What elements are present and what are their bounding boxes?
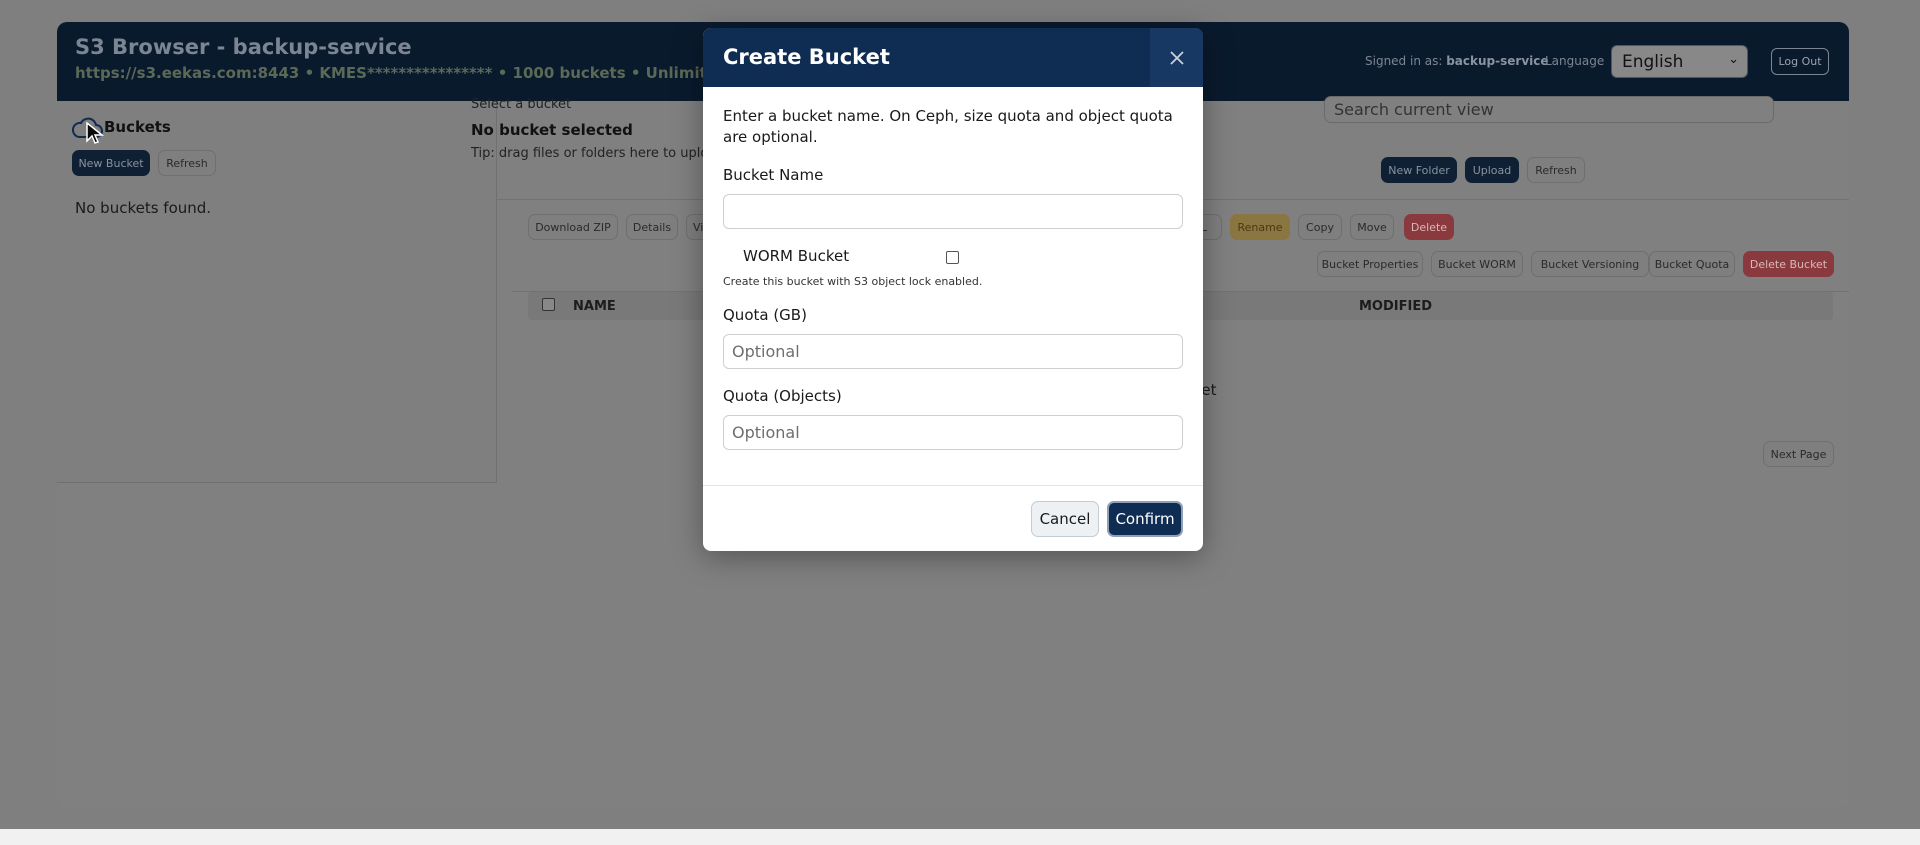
app-title: S3 Browser - backup-service [75,35,412,59]
bucket-name-input[interactable] [723,194,1183,229]
rename-button[interactable]: Rename [1230,214,1290,240]
dialog-header: Create Bucket [703,28,1203,87]
buckets-sidebar: Buckets New Bucket Refresh No buckets fo… [57,101,497,483]
bucket-versioning-button[interactable]: Bucket Versioning [1531,251,1649,277]
column-name[interactable]: NAME [573,299,616,314]
move-button[interactable]: Move [1350,214,1394,240]
delete-button[interactable]: Delete [1404,214,1454,240]
quota-objects-label: Quota (Objects) [723,387,842,405]
cancel-button[interactable]: Cancel [1031,501,1099,537]
next-page-button[interactable]: Next Page [1763,441,1834,467]
mouse-pointer-icon [86,122,104,144]
connection-info: https://s3.eekas.com:8443 • KMES********… [75,64,757,82]
close-icon [1169,50,1184,65]
dialog-description: Enter a bucket name. On Ceph, size quota… [723,107,1173,146]
delete-bucket-button[interactable]: Delete Bucket [1743,251,1834,277]
no-buckets-text: No buckets found. [75,199,212,217]
page-bottom-strip [0,829,1920,845]
close-button[interactable] [1150,28,1203,87]
copy-button[interactable]: Copy [1298,214,1342,240]
upload-button[interactable]: Upload [1465,157,1519,183]
selected-bucket-name: No bucket selected [471,121,633,139]
sidebar-title: Buckets [104,118,171,136]
dialog-title: Create Bucket [723,45,890,69]
new-bucket-button[interactable]: New Bucket [72,150,150,176]
main-refresh-button[interactable]: Refresh [1527,157,1585,183]
signed-in-info: Signed in as: backup-service [1365,54,1549,68]
new-folder-button[interactable]: New Folder [1381,157,1457,183]
worm-bucket-help: Create this bucket with S3 object lock e… [723,275,983,288]
language-select[interactable]: English ⌄ [1611,45,1748,78]
signed-in-prefix: Signed in as: [1365,54,1443,68]
worm-bucket-label: WORM Bucket [743,247,850,265]
details-button[interactable]: Details [626,214,678,240]
select-all-checkbox[interactable] [542,298,555,311]
create-bucket-dialog: Create Bucket Enter a bucket name. On Ce… [703,28,1203,551]
signed-in-user: backup-service [1446,54,1549,68]
search-input[interactable]: Search current view [1324,96,1774,123]
quota-gb-label: Quota (GB) [723,306,807,324]
bucket-properties-button[interactable]: Bucket Properties [1317,251,1423,277]
language-value: English [1622,52,1684,72]
quota-objects-input[interactable]: Optional [723,415,1183,450]
select-bucket-label: Select a bucket [471,97,572,112]
dialog-footer-divider [703,485,1203,486]
upload-tip: Tip: drag files or folders here to uploa… [471,146,725,161]
column-modified[interactable]: MODIFIED [1359,299,1432,314]
worm-bucket-checkbox[interactable] [946,251,959,264]
language-label: Language [1545,54,1605,68]
logout-button[interactable]: Log Out [1771,48,1829,75]
quota-gb-input[interactable]: Optional [723,334,1183,369]
chevron-down-icon: ⌄ [1728,52,1739,67]
bucket-worm-button[interactable]: Bucket WORM [1431,251,1523,277]
download-zip-button[interactable]: Download ZIP [528,214,618,240]
confirm-button[interactable]: Confirm [1107,501,1183,537]
sidebar-refresh-button[interactable]: Refresh [158,150,216,176]
bucket-name-label: Bucket Name [723,166,824,184]
bucket-quota-button[interactable]: Bucket Quota [1649,251,1735,277]
